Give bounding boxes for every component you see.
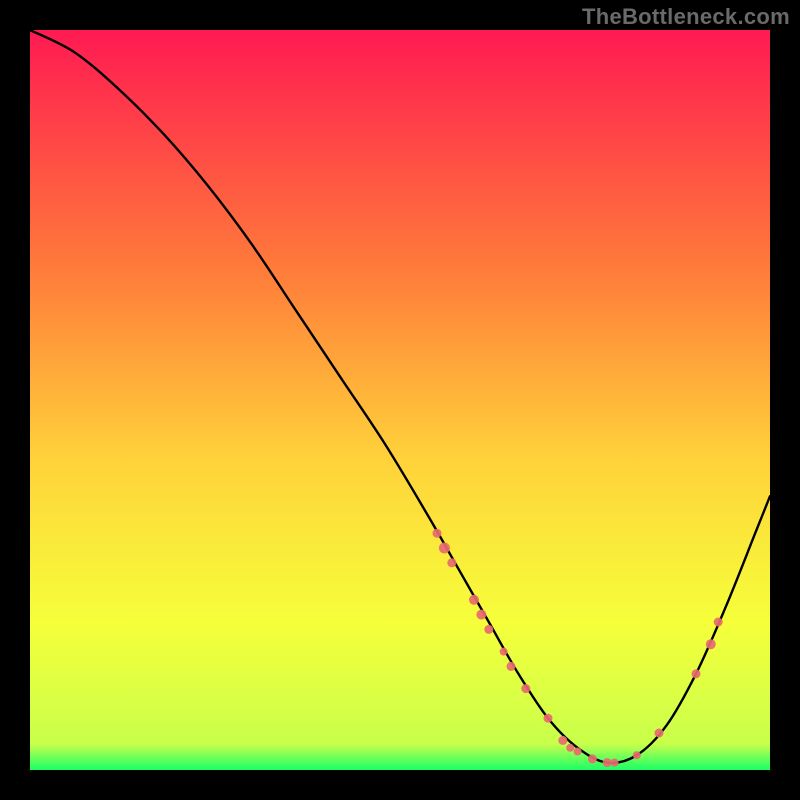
watermark-text: TheBottleneck.com (582, 4, 790, 30)
data-marker (714, 618, 723, 627)
data-marker (521, 684, 530, 693)
data-marker (433, 529, 442, 538)
data-marker (603, 758, 612, 767)
data-marker (692, 669, 701, 678)
data-marker (476, 610, 486, 620)
data-marker (574, 748, 582, 756)
data-marker (447, 558, 456, 567)
data-marker (507, 662, 516, 671)
data-marker (500, 648, 508, 656)
data-marker (544, 714, 553, 723)
data-marker (633, 751, 641, 759)
data-marker (655, 729, 664, 738)
bottleneck-chart (30, 30, 770, 770)
data-marker (469, 595, 479, 605)
data-marker (706, 639, 716, 649)
chart-background (30, 30, 770, 770)
app-frame: TheBottleneck.com (0, 0, 800, 800)
data-marker (484, 625, 493, 634)
data-marker (588, 754, 597, 763)
data-marker (611, 759, 619, 767)
data-marker (558, 736, 567, 745)
data-marker (439, 543, 450, 554)
data-marker (566, 744, 574, 752)
chart-container (30, 30, 770, 770)
